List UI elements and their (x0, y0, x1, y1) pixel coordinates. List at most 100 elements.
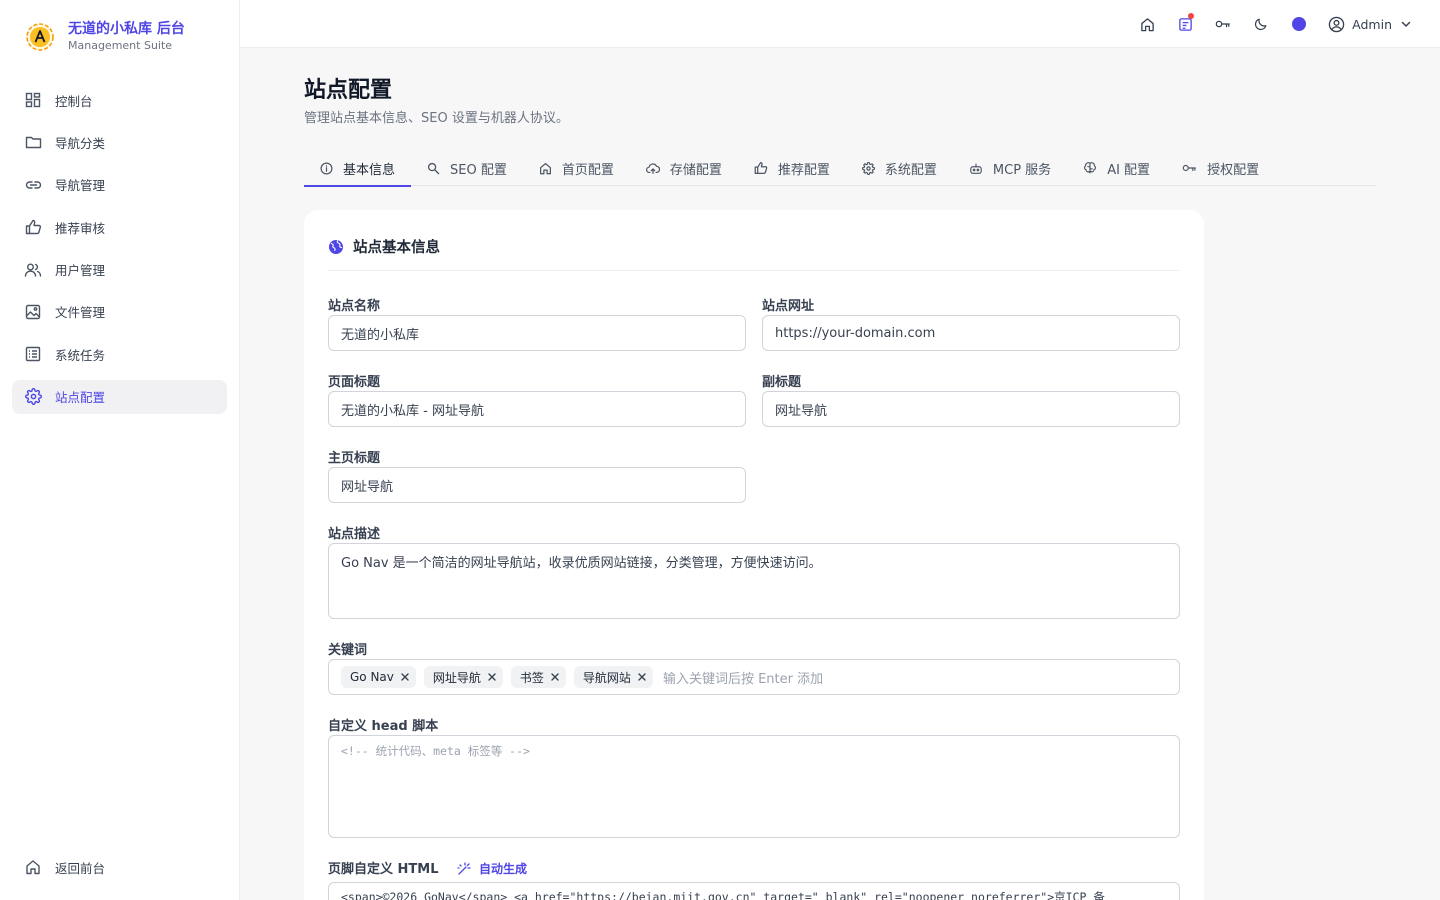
site-url-label: 站点网址 (762, 299, 815, 314)
brand-title: 无道的小私库 后台 (68, 21, 185, 37)
page-title-label: 页面标题 (328, 375, 381, 390)
home-icon (24, 858, 42, 876)
cloud-upload-icon (645, 162, 660, 175)
folder-icon (24, 133, 42, 151)
theme-color-dot (1292, 17, 1307, 31)
sidebar-item-users[interactable]: 用户管理 (12, 253, 227, 287)
tab-recommend[interactable]: 推荐配置 (738, 150, 846, 186)
footer-html-label: 页脚自定义 HTML (328, 862, 439, 877)
brand-subtitle: Management Suite (68, 39, 173, 52)
basic-info-card: 站点基本信息 站点名称 无道的小私库 站点网址 https://your-dom… (304, 210, 1204, 900)
tab-system[interactable]: 系统配置 (846, 150, 953, 186)
close-icon[interactable] (550, 672, 560, 682)
tab-home[interactable]: 首页配置 (523, 150, 630, 186)
sidebar-item-label: 文件管理 (55, 305, 106, 321)
sidebar-item-label: 站点配置 (55, 390, 106, 406)
keyword-tag: 网址导航 (423, 666, 503, 688)
tab-label: 授权配置 (1207, 162, 1260, 178)
gear-icon (24, 388, 42, 406)
gear-icon (861, 161, 875, 175)
robot-icon (969, 162, 983, 175)
tab-storage[interactable]: 存储配置 (630, 150, 738, 186)
user-avatar-icon (1328, 16, 1345, 33)
keyword-tag-label: 网址导航 (432, 670, 481, 685)
a-badge-icon (24, 21, 56, 53)
chevron-down-icon (1400, 18, 1412, 30)
home-title-label: 主页标题 (328, 451, 381, 466)
tab-label: 基本信息 (343, 162, 396, 178)
sidebar-item-label: 导航管理 (55, 178, 106, 194)
close-icon[interactable] (637, 672, 647, 682)
magic-wand-icon (457, 861, 471, 876)
sidebar-item-site-config[interactable]: 站点配置 (12, 379, 227, 414)
auto-generate-label: 自动生成 (479, 862, 528, 876)
notification-dot (1188, 13, 1195, 19)
dashboard-icon (24, 91, 42, 109)
tab-basic-info[interactable]: 基本信息 (304, 150, 412, 187)
moon-icon (1254, 17, 1268, 31)
site-name-input[interactable]: 无道的小私库 (328, 315, 746, 351)
sidebar-item-categories[interactable]: 导航分类 (12, 125, 227, 159)
sidebar-item-recommend-review[interactable]: 推荐审核 (12, 210, 227, 244)
sidebar-item-label: 推荐审核 (55, 220, 106, 236)
head-script-textarea[interactable]: <!-- 统计代码、meta 标签等 --> (328, 735, 1180, 838)
tab-label: MCP 服务 (992, 162, 1052, 178)
home-icon (1140, 17, 1155, 32)
subtitle-label: 副标题 (762, 375, 802, 390)
user-menu[interactable]: Admin (1328, 16, 1412, 33)
home-title-input[interactable]: 网址导航 (328, 467, 746, 503)
description-label: 站点描述 (328, 527, 381, 542)
tab-seo[interactable]: SEO 配置 (411, 150, 523, 186)
keywords-label: 关键词 (328, 643, 368, 658)
keyword-input-placeholder[interactable]: 输入关键词后按 Enter 添加 (663, 668, 823, 687)
thumbs-up-icon (754, 161, 768, 175)
keyword-tag-label: 导航网站 (582, 670, 631, 685)
tab-license[interactable]: 授权配置 (1166, 150, 1275, 186)
tab-label: SEO 配置 (450, 162, 507, 178)
brand[interactable]: 无道的小私库 后台 Management Suite (24, 20, 185, 53)
page-title: 站点配置 (304, 78, 393, 103)
close-icon[interactable] (487, 672, 497, 682)
description-textarea[interactable]: Go Nav 是一个简洁的网址导航站，收录优质网站链接，分类管理，方便快速访问。 (328, 543, 1180, 619)
sidebar-item-label: 控制台 (55, 93, 93, 109)
thumbs-up-icon (24, 218, 42, 236)
license-button[interactable] (1204, 8, 1242, 40)
sidebar-nav: 控制台 导航分类 导航管理 推荐审核 用户管理 文件管理 系统任务 站点配置 (12, 83, 227, 422)
tab-mcp[interactable]: MCP 服务 (953, 150, 1067, 186)
keyword-tag: 导航网站 (573, 666, 653, 688)
user-name: Admin (1352, 16, 1392, 32)
notifications-button[interactable] (1166, 8, 1204, 40)
site-name-label: 站点名称 (328, 299, 381, 314)
home-icon (539, 162, 552, 175)
auto-generate-button[interactable]: 自动生成 (457, 860, 527, 877)
tab-label: 存储配置 (669, 162, 722, 178)
card-divider (328, 270, 1180, 271)
tab-ai[interactable]: AI 配置 (1067, 150, 1166, 186)
sidebar-item-links[interactable]: 导航管理 (12, 168, 227, 202)
back-to-frontend-link[interactable]: 返回前台 (12, 850, 227, 884)
site-url-input[interactable]: https://your-domain.com (762, 315, 1180, 351)
subtitle-input[interactable]: 网址导航 (762, 391, 1180, 427)
page-title-input[interactable]: 无道的小私库 - 网址导航 (328, 391, 746, 427)
home-button[interactable] (1128, 8, 1166, 40)
keywords-tag-input[interactable]: Go Nav 网址导航 书签 导航网站 输入关键词后按 Enter 添加 (328, 659, 1180, 695)
keyword-tag: Go Nav (341, 666, 416, 688)
theme-color-button[interactable] (1280, 8, 1318, 40)
head-script-label: 自定义 head 脚本 (328, 719, 439, 734)
theme-toggle-button[interactable] (1242, 8, 1280, 40)
users-icon (24, 261, 42, 279)
sidebar-item-label: 导航分类 (55, 135, 106, 151)
sidebar-item-files[interactable]: 文件管理 (12, 295, 227, 329)
key-icon (1215, 17, 1231, 31)
top-bar: Admin (240, 0, 1440, 48)
close-icon[interactable] (400, 672, 410, 682)
info-icon (320, 162, 333, 175)
footer-html-textarea[interactable]: <span>©2026 GoNav</span> <a href="https:… (328, 882, 1180, 900)
sidebar-item-dashboard[interactable]: 控制台 (12, 83, 227, 117)
ai-brain-icon (1083, 161, 1097, 175)
keyword-tag-label: 书签 (519, 670, 544, 685)
tab-label: 推荐配置 (777, 162, 830, 178)
image-icon (24, 303, 42, 321)
card-title: 站点基本信息 (353, 240, 440, 256)
sidebar-item-system-tasks[interactable]: 系统任务 (12, 337, 227, 371)
